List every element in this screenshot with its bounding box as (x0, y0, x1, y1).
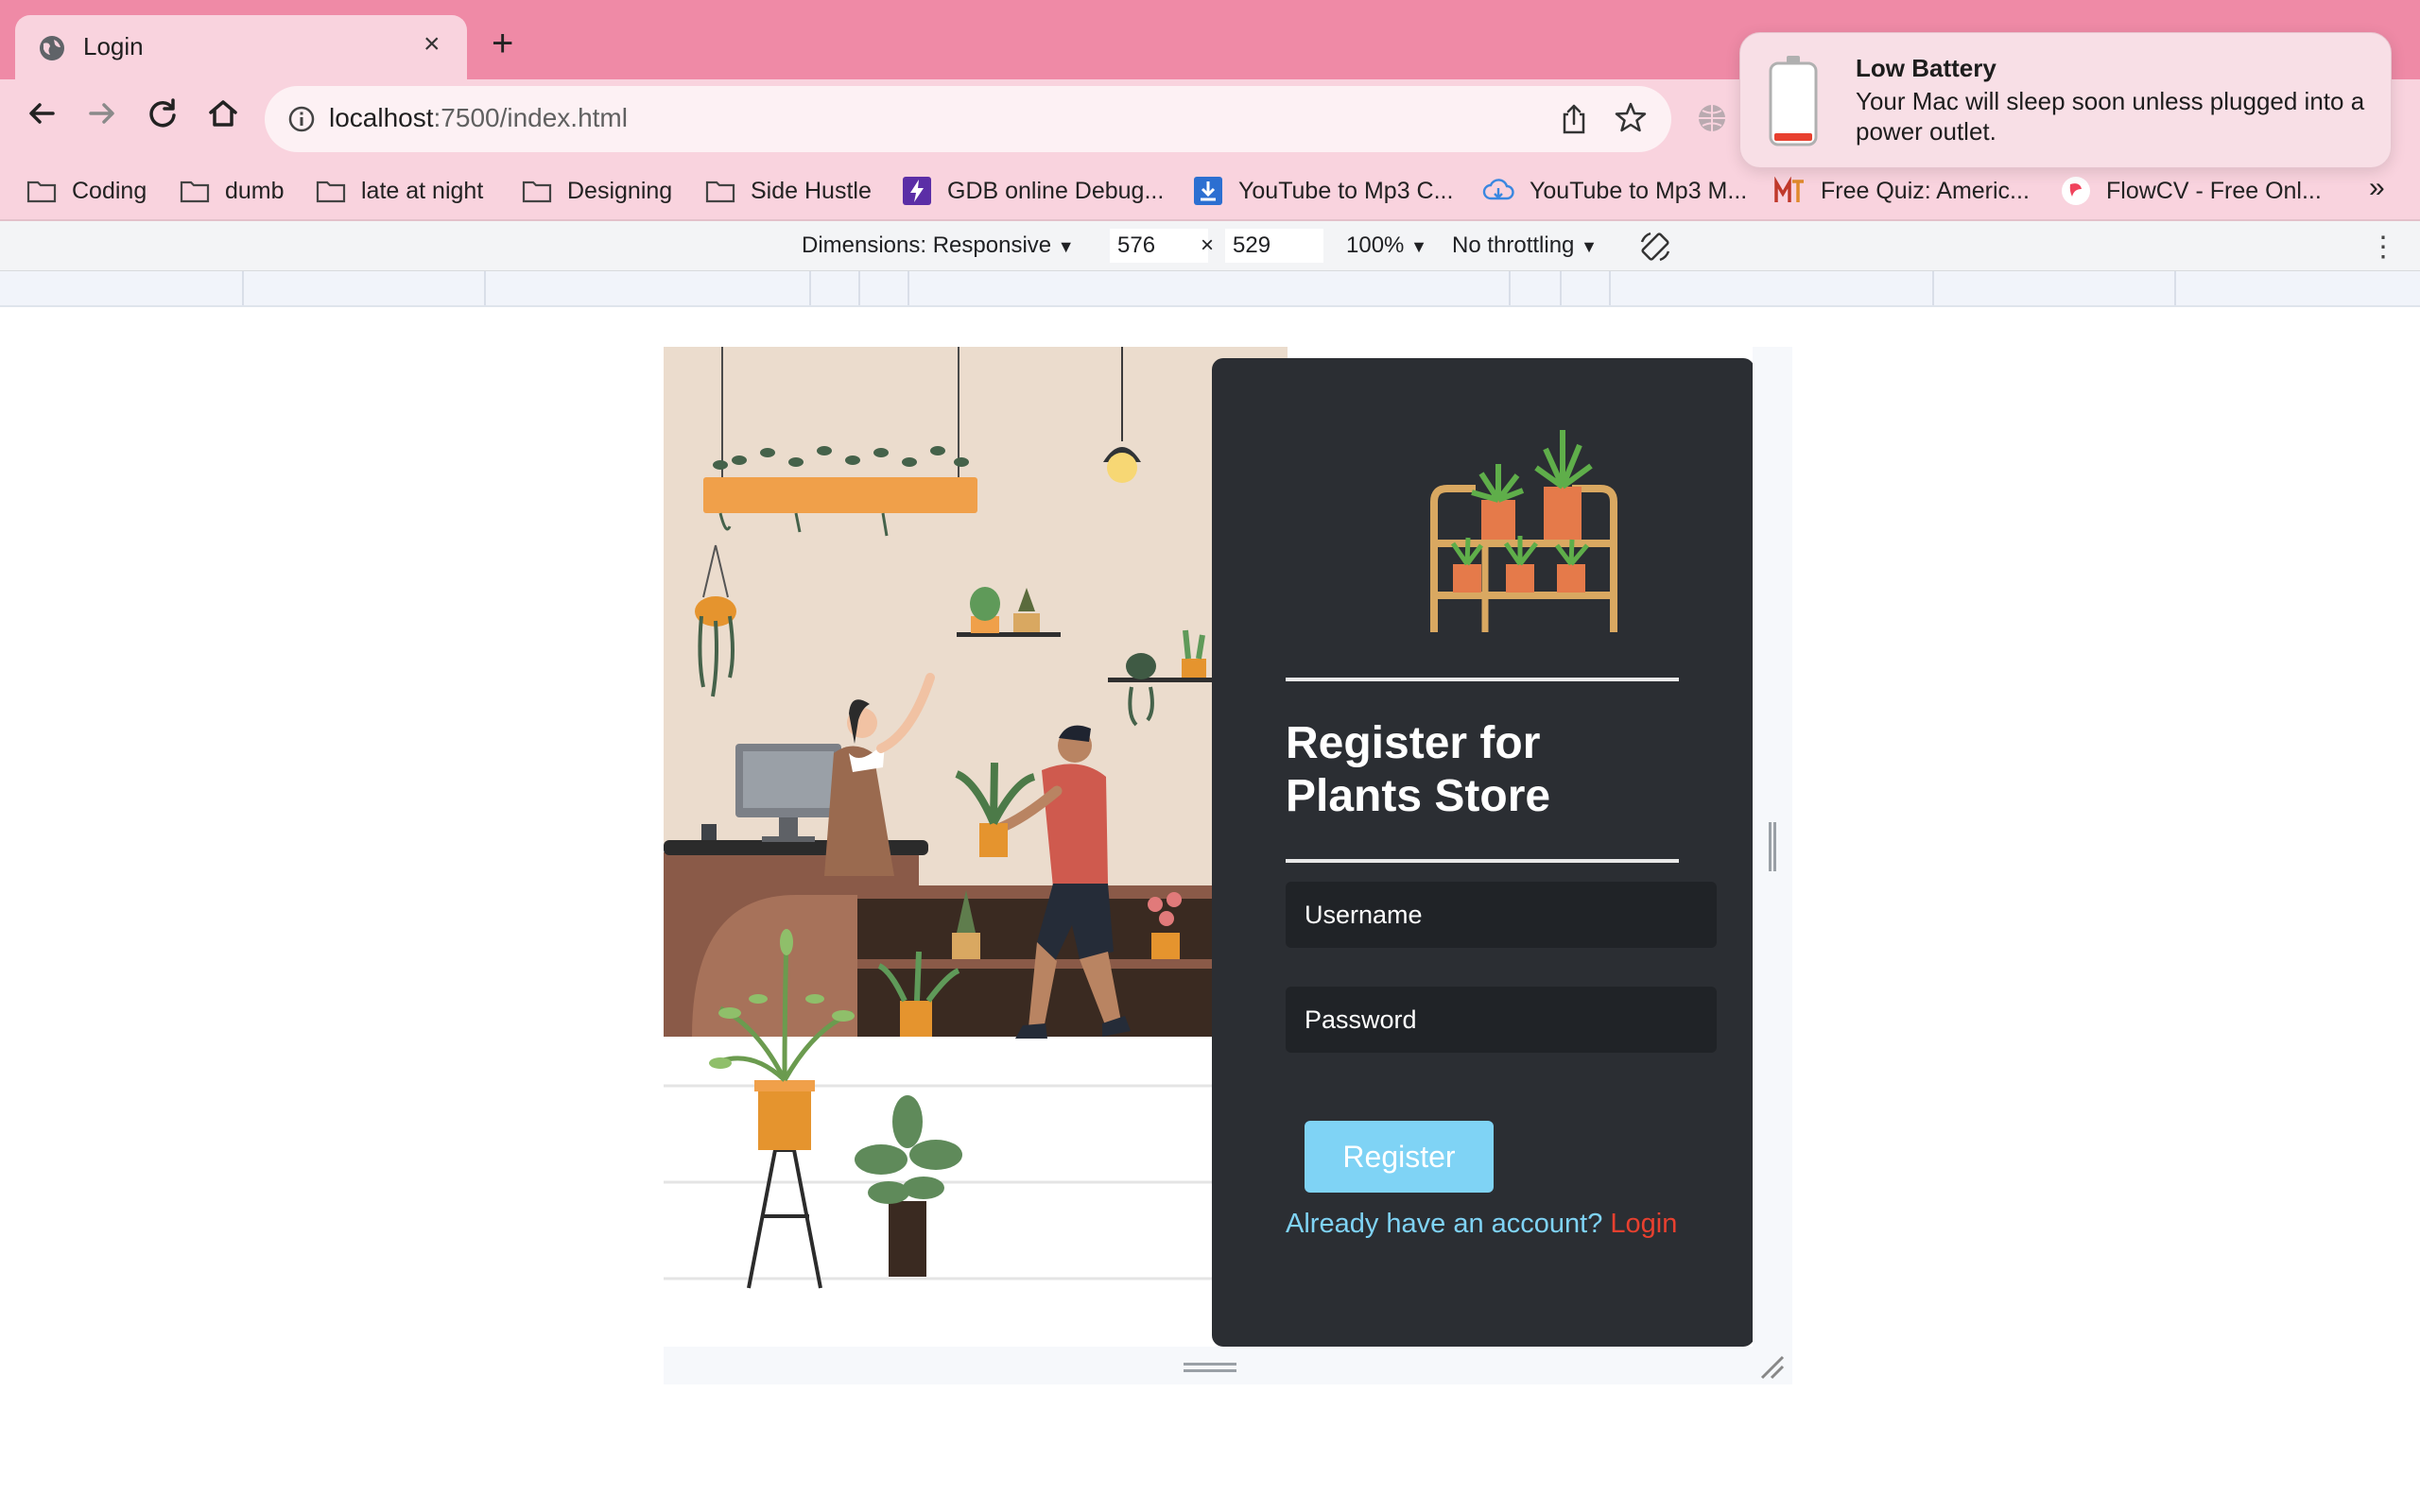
bookmark-free-quiz[interactable]: Free Quiz: Americ... (1773, 164, 2030, 217)
viewport-width-input[interactable] (1110, 229, 1208, 263)
flowcv-logo-icon (2062, 177, 2090, 205)
folder-icon (316, 180, 346, 203)
address-bar[interactable]: localhost:7500/index.html (265, 86, 1671, 152)
zoom-dropdown[interactable]: 100% ▼ (1346, 232, 1427, 259)
bookmarks-bar: Coding dumb late at night Designing Side… (0, 164, 2420, 217)
bookmark-folder-designing[interactable]: Designing (522, 164, 672, 217)
bookmark-folder-coding[interactable]: Coding (26, 164, 147, 217)
bookmarks-overflow-button[interactable]: » (2369, 172, 2385, 204)
bookmark-folder-side-hustle[interactable]: Side Hustle (705, 164, 872, 217)
username-input[interactable] (1286, 882, 1717, 948)
battery-low-icon (1769, 56, 1818, 146)
title-divider-bottom (1286, 859, 1679, 863)
dimension-separator: × (1201, 232, 1215, 258)
ruler-tick (484, 271, 486, 305)
folder-icon (180, 180, 210, 203)
page-viewport: Register for Plants Store Register Alrea… (664, 347, 1753, 1347)
title-divider-top (1286, 678, 1679, 681)
ruler-tick (1932, 271, 1934, 305)
share-icon[interactable] (1560, 103, 1588, 135)
media-query-ruler (0, 271, 2420, 307)
notification-title: Low Battery (1856, 54, 1996, 82)
plant-shelf-icon (1430, 430, 1617, 632)
forward-arrow-icon[interactable] (83, 94, 121, 132)
ruler-tick (2174, 271, 2176, 305)
ruler-tick (1509, 271, 1511, 305)
ruler-tick (858, 271, 860, 305)
site-info-icon[interactable] (287, 105, 316, 133)
viewport-resize-corner-icon[interactable] (1758, 1353, 1787, 1382)
browser-tab-login[interactable]: Login × (15, 15, 467, 79)
password-input[interactable] (1286, 987, 1717, 1053)
back-arrow-icon[interactable] (23, 94, 60, 132)
throttling-dropdown[interactable]: No throttling ▼ (1452, 232, 1598, 259)
bookmark-gdb-online[interactable]: GDB online Debug... (902, 164, 1164, 217)
tab-title: Login (83, 32, 144, 60)
ruler-tick (908, 271, 909, 305)
low-battery-notification[interactable]: Low Battery Your Mac will sleep soon unl… (1739, 32, 2392, 168)
cloud-download-icon (1482, 179, 1514, 200)
device-toolbar: Dimensions: Responsive ▼ × 100% ▼ No thr… (0, 221, 2420, 271)
rotate-icon[interactable] (1637, 229, 1673, 265)
notification-body: Your Mac will sleep soon unless plugged … (1856, 87, 2365, 146)
ruler-tick (242, 271, 244, 305)
login-prompt: Already have an account? Login (1286, 1209, 1677, 1240)
folder-icon (26, 180, 57, 203)
ruler-tick (809, 271, 811, 305)
viewport-resize-handle-right[interactable] (1768, 822, 1777, 871)
extension-globe-icon[interactable] (1696, 102, 1728, 134)
bookmark-star-icon[interactable] (1615, 101, 1647, 133)
ruler-tick (1560, 271, 1562, 305)
bookmark-folder-dumb[interactable]: dumb (180, 164, 285, 217)
plant-shop-illustration (664, 347, 1288, 1347)
page-title: Register for Plants Store (1286, 718, 1551, 821)
bookmark-flowcv[interactable]: FlowCV - Free Onl... (2061, 164, 2322, 217)
register-button[interactable]: Register (1305, 1121, 1494, 1193)
reload-icon[interactable] (144, 94, 182, 132)
device-toolbar-more-icon[interactable]: ⋮ (2369, 231, 2397, 264)
ruler-tick (1609, 271, 1611, 305)
quiz-logo-icon (1774, 177, 1804, 202)
account-prompt-text: Already have an account? (1286, 1209, 1603, 1239)
viewport-resize-handle-bottom[interactable] (1184, 1361, 1236, 1374)
login-link[interactable]: Login (1610, 1209, 1677, 1239)
dimensions-dropdown[interactable]: Dimensions: Responsive ▼ (802, 232, 1075, 259)
folder-icon (522, 180, 552, 203)
register-form-card: Register for Plants Store Register Alrea… (1212, 358, 1753, 1347)
bookmark-youtube-mp3-c[interactable]: YouTube to Mp3 C... (1193, 164, 1453, 217)
bookmark-youtube-mp3-m[interactable]: YouTube to Mp3 M... (1482, 164, 1747, 217)
bookmark-folder-late-at-night[interactable]: late at night (316, 164, 483, 217)
globe-icon (40, 36, 64, 60)
home-icon[interactable] (204, 94, 242, 132)
gdb-lightning-icon (903, 177, 931, 205)
folder-icon (705, 180, 735, 203)
download-icon (1194, 177, 1222, 205)
close-tab-icon[interactable]: × (424, 28, 441, 60)
viewport-height-input[interactable] (1225, 229, 1323, 263)
new-tab-button[interactable]: + (492, 25, 513, 62)
url-text[interactable]: localhost:7500/index.html (329, 103, 628, 133)
